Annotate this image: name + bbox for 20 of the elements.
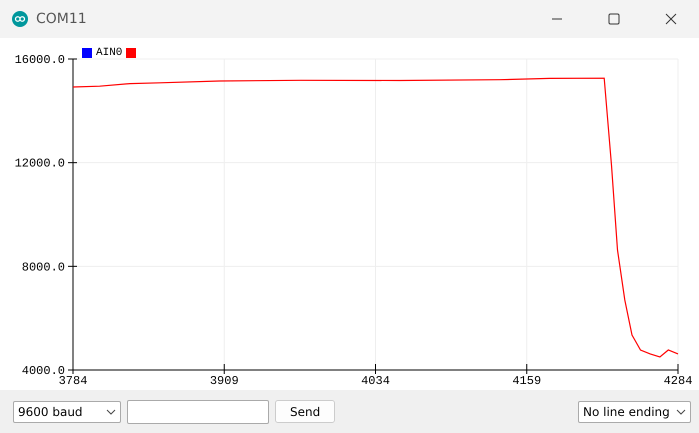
window-title: COM11 (36, 11, 87, 27)
message-input-field[interactable] (127, 400, 269, 424)
x-tick-label: 3784 (58, 374, 88, 388)
legend-label: AIN0 (96, 47, 122, 59)
maximize-icon[interactable] (608, 13, 620, 25)
y-tick-label: 8000.0 (22, 260, 65, 274)
y-tick-label: 16000.0 (14, 53, 65, 67)
x-tick-label: 3909 (210, 374, 239, 388)
baud-dropdown[interactable]: 9600 baud (13, 400, 121, 422)
line-ending-dropdown[interactable]: No line ending (578, 400, 691, 422)
x-tick-label: 4034 (361, 374, 390, 388)
send-button[interactable]: Send (275, 400, 336, 423)
infinity-logo-icon (12, 11, 28, 27)
chevron-icon (106, 408, 116, 414)
legend-swatch (126, 48, 136, 58)
close-icon[interactable] (665, 13, 677, 25)
chevron-icon (676, 408, 686, 414)
x-tick-label: 4284 (664, 374, 692, 388)
x-tick-label: 4159 (512, 374, 542, 388)
y-tick-label: 12000.0 (14, 156, 65, 171)
